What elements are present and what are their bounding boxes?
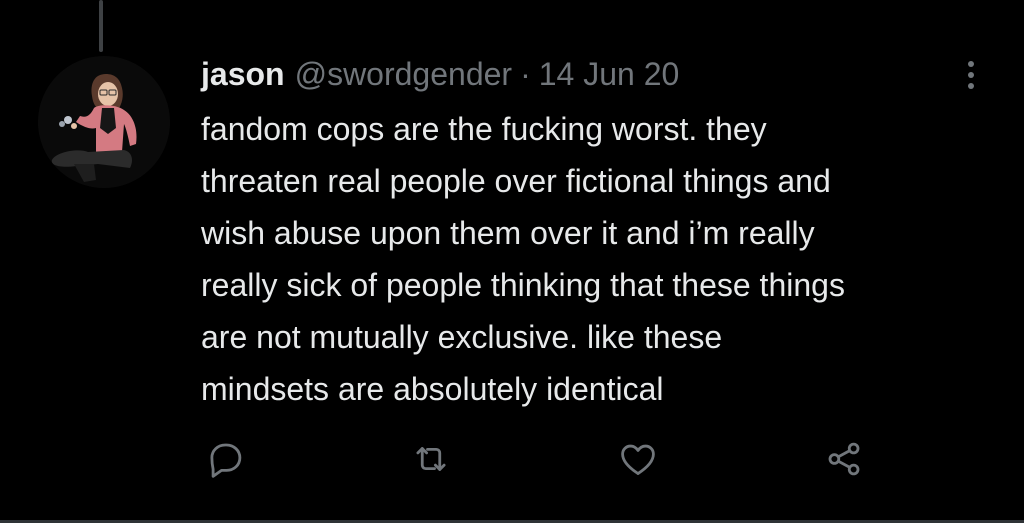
user-handle[interactable]: @swordgender — [295, 54, 512, 94]
more-vertical-icon[interactable] — [956, 57, 986, 93]
like-icon — [617, 438, 659, 485]
thread-connector-line — [99, 0, 103, 52]
share-icon — [823, 438, 865, 485]
meta-separator: · — [520, 56, 531, 92]
retweet-button[interactable] — [406, 436, 456, 486]
tweet-text-line: fandom cops are the fucking worst. they — [201, 111, 767, 147]
avatar-illustration — [38, 56, 170, 188]
tweet-text: fandom cops are the fucking worst. they … — [201, 103, 1011, 415]
tweet-date[interactable]: 14 Jun 20 — [539, 54, 680, 94]
retweet-icon — [410, 438, 452, 485]
like-button[interactable] — [613, 436, 663, 486]
avatar[interactable] — [38, 56, 170, 188]
tweet-header: jason @swordgender · 14 Jun 20 — [201, 54, 679, 94]
tweet-text-line: mindsets are absolutely identical — [201, 371, 664, 407]
tweet-text-line: really sick of people thinking that thes… — [201, 267, 845, 303]
tweet-text-line: threaten real people over fictional thin… — [201, 163, 831, 199]
tweet-text-line: are not mutually exclusive. like these — [201, 319, 723, 355]
share-button[interactable] — [819, 436, 869, 486]
tweet-text-line: wish abuse upon them over it and i’m rea… — [201, 215, 815, 251]
reply-button[interactable] — [200, 436, 250, 486]
reply-icon — [204, 438, 246, 485]
display-name[interactable]: jason — [201, 54, 285, 94]
